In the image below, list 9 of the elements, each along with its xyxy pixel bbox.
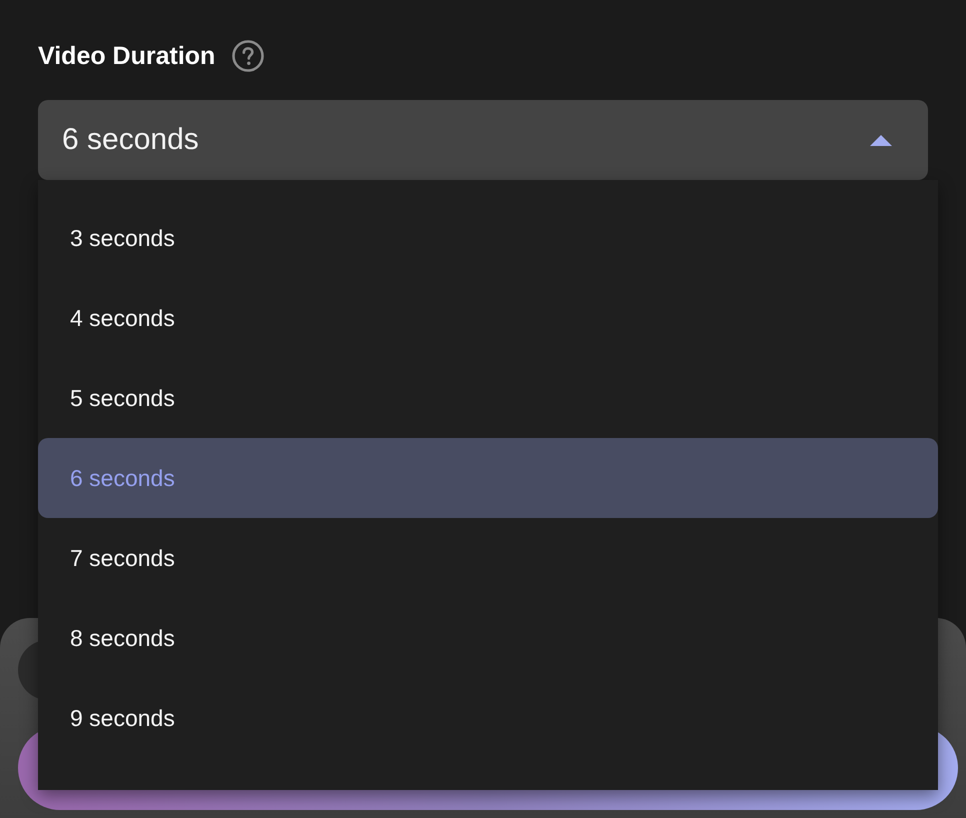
menu-option[interactable]: 3 seconds: [38, 198, 938, 278]
menu-option[interactable]: 7 seconds: [38, 518, 938, 598]
menu-option[interactable]: 5 seconds: [38, 358, 938, 438]
help-icon[interactable]: [232, 40, 264, 72]
field-label: Video Duration: [38, 44, 216, 68]
menu-option[interactable]: 4 seconds: [38, 278, 938, 358]
menu-option[interactable]: 8 seconds: [38, 598, 938, 678]
select-field[interactable]: 6 seconds: [38, 100, 928, 180]
menu-option[interactable]: 9 seconds: [38, 678, 938, 758]
